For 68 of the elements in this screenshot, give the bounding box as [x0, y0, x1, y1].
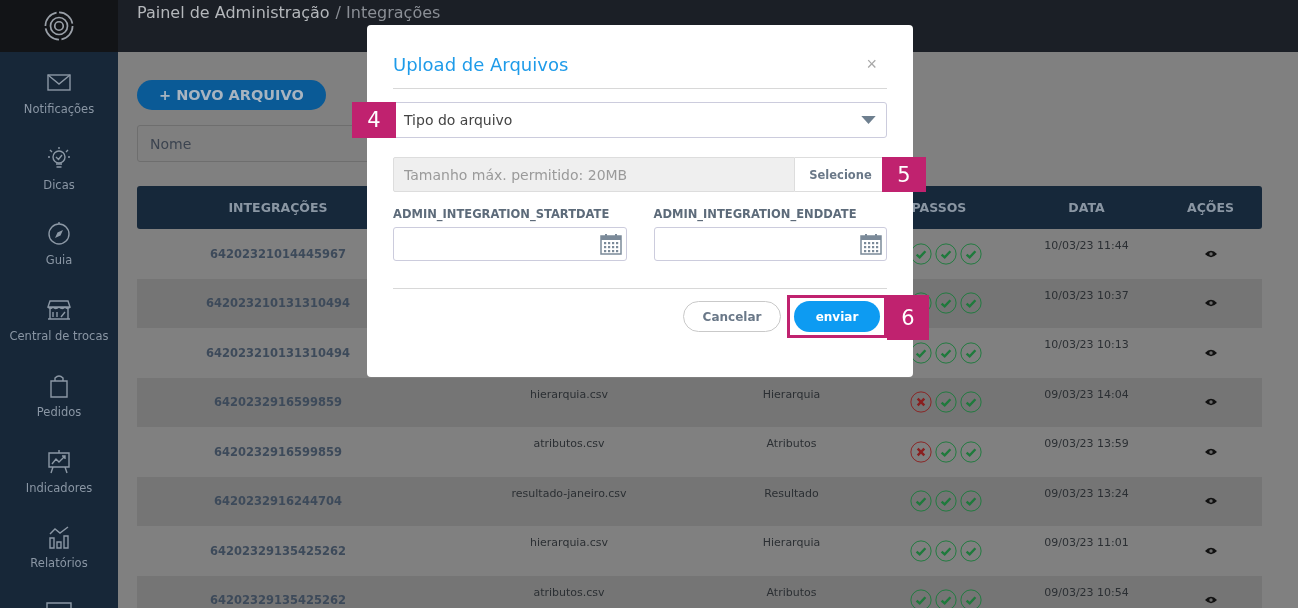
- sidebar-item[interactable]: Notificações: [0, 70, 118, 146]
- table-cell-text: 09/03/23 14:04: [1043, 386, 1130, 401]
- file-field[interactable]: Tamanho máx. permitido: 20MB: [393, 157, 795, 192]
- table-cell-text: 642023210131310494: [205, 296, 351, 311]
- date-field[interactable]: [653, 227, 887, 261]
- table-cell-text: 09/03/23 10:54: [1043, 584, 1130, 599]
- sidebar-item[interactable]: Central de trocas: [0, 297, 118, 373]
- table-cell-text: 10/03/23 11:44: [1043, 238, 1130, 252]
- new-file-button[interactable]: + NOVO ARQUIVO: [137, 80, 326, 110]
- table-cell-text: Hierarquia: [761, 386, 822, 401]
- column-header: PASSOS: [910, 200, 968, 215]
- sidebar-item[interactable]: Indicadores: [0, 448, 118, 525]
- eye-icon[interactable]: [1204, 596, 1217, 605]
- column-header: INTEGRAÇÕES: [227, 200, 329, 215]
- table-cell-text: 09/03/23 13:24: [1043, 485, 1130, 500]
- eye-icon[interactable]: [1204, 546, 1217, 555]
- eye-icon[interactable]: [1204, 447, 1217, 456]
- date-field[interactable]: [393, 227, 627, 261]
- eye-icon[interactable]: [1204, 299, 1217, 308]
- file-type-select[interactable]: Tipo do arquivo: [393, 102, 887, 138]
- eye-icon[interactable]: [1204, 249, 1217, 258]
- page-subtitle: / Integrações: [335, 3, 441, 22]
- calendar-icon[interactable]: [599, 233, 622, 255]
- field-label: ADMIN_INTEGRATION_ENDDATE: [653, 207, 858, 221]
- eye-icon[interactable]: [1204, 497, 1217, 506]
- send-button[interactable]: enviar: [794, 301, 880, 332]
- table-cell-text: 6420232916244704: [213, 494, 343, 509]
- logo-icon: [42, 9, 76, 43]
- table-cell-text: Resultado: [763, 485, 820, 500]
- compass-icon: [46, 221, 72, 248]
- step-marker: 5: [882, 157, 926, 192]
- calendar-icon[interactable]: [860, 233, 882, 255]
- sidebar-item[interactable]: Guia: [0, 221, 118, 298]
- sidebar-item[interactable]: Dicas: [0, 145, 118, 222]
- table-cell-text: 09/03/23 11:01: [1043, 535, 1130, 549]
- table-cell-text: atributos.csv: [532, 436, 606, 450]
- step-marker: 4: [352, 102, 396, 138]
- table-cell-text: atributos.csv: [532, 584, 606, 599]
- table-cell-text: 09/03/23 13:59: [1043, 436, 1130, 450]
- table-cell-text: 64202321014445967: [209, 246, 347, 261]
- table-cell-text: Atributos: [765, 436, 818, 450]
- eye-icon[interactable]: [1204, 398, 1217, 407]
- table-cell-text: hierarquia.csv: [529, 386, 609, 401]
- bar-chart-icon: [46, 524, 72, 551]
- table-cell-text: 64202329135425262: [209, 593, 347, 608]
- screen-icon: [46, 602, 72, 608]
- sidebar-item[interactable]: Relatórios: [0, 524, 118, 601]
- caret-icon: [861, 115, 876, 125]
- step-marker: 6: [887, 295, 929, 340]
- field-label: ADMIN_INTEGRATION_STARTDATE: [393, 207, 611, 221]
- column-header: DATA: [1067, 200, 1106, 215]
- presentation-chart-icon: [46, 448, 72, 475]
- column-header: AÇÕES: [1186, 200, 1235, 215]
- table-cell-text: 10/03/23 10:13: [1043, 337, 1130, 351]
- table-cell-text: resultado-janeiro.csv: [510, 485, 628, 500]
- page-title: Painel de Administração: [137, 3, 330, 22]
- table-cell-text: hierarquia.csv: [529, 535, 609, 549]
- table-cell-text: Hierarquia: [761, 535, 822, 549]
- table-cell-text: 6420232916599859: [213, 444, 343, 459]
- table-cell-text: 6420232916599859: [213, 395, 343, 410]
- table-cell-text: 10/03/23 10:37: [1043, 287, 1130, 302]
- sidebar-item[interactable]: Pedidos: [0, 372, 118, 449]
- table-cell-text: 642023210131310494: [205, 345, 351, 360]
- table-cell-text: 64202329135425262: [209, 543, 347, 558]
- table-cell-text: Atributos: [765, 584, 818, 599]
- eye-icon[interactable]: [1204, 348, 1217, 357]
- cancel-button[interactable]: Cancelar: [683, 301, 781, 332]
- dialog-title: Upload de Arquivos: [393, 53, 569, 75]
